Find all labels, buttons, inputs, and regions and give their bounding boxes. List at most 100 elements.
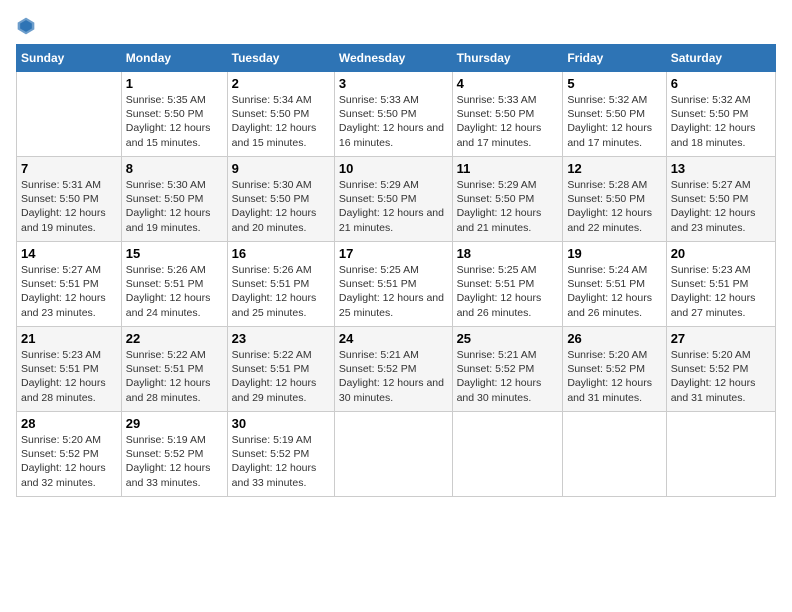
calendar-day-cell: 1 Sunrise: 5:35 AMSunset: 5:50 PMDaylight… bbox=[121, 72, 227, 157]
day-info: Sunrise: 5:31 AMSunset: 5:50 PMDaylight:… bbox=[21, 178, 117, 235]
day-number: 5 bbox=[567, 76, 661, 91]
calendar-day-cell: 15 Sunrise: 5:26 AMSunset: 5:51 PMDayligh… bbox=[121, 242, 227, 327]
day-info: Sunrise: 5:20 AMSunset: 5:52 PMDaylight:… bbox=[671, 348, 771, 405]
calendar-day-cell: 7 Sunrise: 5:31 AMSunset: 5:50 PMDaylight… bbox=[17, 157, 122, 242]
calendar-header: SundayMondayTuesdayWednesdayThursdayFrid… bbox=[17, 45, 776, 72]
weekday-header: Sunday bbox=[17, 45, 122, 72]
day-number: 12 bbox=[567, 161, 661, 176]
day-number: 30 bbox=[232, 416, 330, 431]
day-info: Sunrise: 5:33 AMSunset: 5:50 PMDaylight:… bbox=[457, 93, 559, 150]
page-header bbox=[16, 16, 776, 36]
day-info: Sunrise: 5:22 AMSunset: 5:51 PMDaylight:… bbox=[232, 348, 330, 405]
calendar-day-cell: 6 Sunrise: 5:32 AMSunset: 5:50 PMDaylight… bbox=[666, 72, 775, 157]
calendar-day-cell: 23 Sunrise: 5:22 AMSunset: 5:51 PMDayligh… bbox=[227, 327, 334, 412]
day-number: 14 bbox=[21, 246, 117, 261]
weekday-header: Thursday bbox=[452, 45, 563, 72]
calendar-day-cell: 20 Sunrise: 5:23 AMSunset: 5:51 PMDayligh… bbox=[666, 242, 775, 327]
calendar-day-cell: 13Sunrise: 5:27 AMSunset: 5:50 PMDayligh… bbox=[666, 157, 775, 242]
calendar-day-cell: 3 Sunrise: 5:33 AMSunset: 5:50 PMDaylight… bbox=[334, 72, 452, 157]
day-number: 16 bbox=[232, 246, 330, 261]
calendar-day-cell: 14 Sunrise: 5:27 AMSunset: 5:51 PMDayligh… bbox=[17, 242, 122, 327]
calendar-day-cell: 11 Sunrise: 5:29 AMSunset: 5:50 PMDayligh… bbox=[452, 157, 563, 242]
day-number: 15 bbox=[126, 246, 223, 261]
day-number: 21 bbox=[21, 331, 117, 346]
day-info: Sunrise: 5:33 AMSunset: 5:50 PMDaylight:… bbox=[339, 93, 448, 150]
calendar-day-cell: 12Sunrise: 5:28 AMSunset: 5:50 PMDayligh… bbox=[563, 157, 666, 242]
calendar-day-cell bbox=[563, 412, 666, 497]
day-info: Sunrise: 5:34 AMSunset: 5:50 PMDaylight:… bbox=[232, 93, 330, 150]
calendar-day-cell: 24 Sunrise: 5:21 AMSunset: 5:52 PMDayligh… bbox=[334, 327, 452, 412]
calendar-week-row: 21 Sunrise: 5:23 AMSunset: 5:51 PMDayligh… bbox=[17, 327, 776, 412]
day-number: 20 bbox=[671, 246, 771, 261]
day-number: 17 bbox=[339, 246, 448, 261]
day-info: Sunrise: 5:26 AMSunset: 5:51 PMDaylight:… bbox=[126, 263, 223, 320]
calendar-day-cell: 19 Sunrise: 5:24 AMSunset: 5:51 PMDayligh… bbox=[563, 242, 666, 327]
day-info: Sunrise: 5:24 AMSunset: 5:51 PMDaylight:… bbox=[567, 263, 661, 320]
weekday-header: Tuesday bbox=[227, 45, 334, 72]
calendar-day-cell: 9Sunrise: 5:30 AMSunset: 5:50 PMDaylight… bbox=[227, 157, 334, 242]
day-number: 3 bbox=[339, 76, 448, 91]
day-number: 9 bbox=[232, 161, 330, 176]
calendar-day-cell: 10 Sunrise: 5:29 AMSunset: 5:50 PMDayligh… bbox=[334, 157, 452, 242]
day-number: 23 bbox=[232, 331, 330, 346]
calendar-day-cell: 8Sunrise: 5:30 AMSunset: 5:50 PMDaylight… bbox=[121, 157, 227, 242]
calendar-table: SundayMondayTuesdayWednesdayThursdayFrid… bbox=[16, 44, 776, 497]
calendar-day-cell: 5Sunrise: 5:32 AMSunset: 5:50 PMDaylight… bbox=[563, 72, 666, 157]
weekday-header: Wednesday bbox=[334, 45, 452, 72]
day-number: 19 bbox=[567, 246, 661, 261]
day-info: Sunrise: 5:23 AMSunset: 5:51 PMDaylight:… bbox=[671, 263, 771, 320]
weekday-row: SundayMondayTuesdayWednesdayThursdayFrid… bbox=[17, 45, 776, 72]
day-number: 18 bbox=[457, 246, 559, 261]
day-number: 10 bbox=[339, 161, 448, 176]
day-info: Sunrise: 5:25 AMSunset: 5:51 PMDaylight:… bbox=[457, 263, 559, 320]
day-number: 22 bbox=[126, 331, 223, 346]
day-number: 4 bbox=[457, 76, 559, 91]
day-info: Sunrise: 5:20 AMSunset: 5:52 PMDaylight:… bbox=[21, 433, 117, 490]
day-number: 1 bbox=[126, 76, 223, 91]
day-number: 7 bbox=[21, 161, 117, 176]
day-info: Sunrise: 5:20 AMSunset: 5:52 PMDaylight:… bbox=[567, 348, 661, 405]
day-info: Sunrise: 5:35 AMSunset: 5:50 PMDaylight:… bbox=[126, 93, 223, 150]
calendar-day-cell: 21 Sunrise: 5:23 AMSunset: 5:51 PMDayligh… bbox=[17, 327, 122, 412]
logo-icon bbox=[16, 16, 36, 36]
day-info: Sunrise: 5:27 AMSunset: 5:51 PMDaylight:… bbox=[21, 263, 117, 320]
weekday-header: Friday bbox=[563, 45, 666, 72]
day-info: Sunrise: 5:21 AMSunset: 5:52 PMDaylight:… bbox=[457, 348, 559, 405]
day-info: Sunrise: 5:23 AMSunset: 5:51 PMDaylight:… bbox=[21, 348, 117, 405]
calendar-day-cell: 17 Sunrise: 5:25 AMSunset: 5:51 PMDayligh… bbox=[334, 242, 452, 327]
day-number: 24 bbox=[339, 331, 448, 346]
day-info: Sunrise: 5:27 AMSunset: 5:50 PMDaylight:… bbox=[671, 178, 771, 235]
calendar-day-cell: 25Sunrise: 5:21 AMSunset: 5:52 PMDayligh… bbox=[452, 327, 563, 412]
day-info: Sunrise: 5:21 AMSunset: 5:52 PMDaylight:… bbox=[339, 348, 448, 405]
day-info: Sunrise: 5:19 AMSunset: 5:52 PMDaylight:… bbox=[232, 433, 330, 490]
day-number: 11 bbox=[457, 161, 559, 176]
day-number: 27 bbox=[671, 331, 771, 346]
weekday-header: Saturday bbox=[666, 45, 775, 72]
day-number: 28 bbox=[21, 416, 117, 431]
calendar-day-cell: 18 Sunrise: 5:25 AMSunset: 5:51 PMDayligh… bbox=[452, 242, 563, 327]
day-info: Sunrise: 5:32 AMSunset: 5:50 PMDaylight:… bbox=[671, 93, 771, 150]
day-number: 29 bbox=[126, 416, 223, 431]
day-info: Sunrise: 5:19 AMSunset: 5:52 PMDaylight:… bbox=[126, 433, 223, 490]
day-number: 2 bbox=[232, 76, 330, 91]
calendar-week-row: 14 Sunrise: 5:27 AMSunset: 5:51 PMDayligh… bbox=[17, 242, 776, 327]
day-info: Sunrise: 5:29 AMSunset: 5:50 PMDaylight:… bbox=[457, 178, 559, 235]
calendar-day-cell bbox=[334, 412, 452, 497]
calendar-day-cell: 29 Sunrise: 5:19 AMSunset: 5:52 PMDayligh… bbox=[121, 412, 227, 497]
day-info: Sunrise: 5:29 AMSunset: 5:50 PMDaylight:… bbox=[339, 178, 448, 235]
calendar-day-cell: 2 Sunrise: 5:34 AMSunset: 5:50 PMDaylight… bbox=[227, 72, 334, 157]
calendar-day-cell bbox=[17, 72, 122, 157]
calendar-day-cell: 4 Sunrise: 5:33 AMSunset: 5:50 PMDaylight… bbox=[452, 72, 563, 157]
day-number: 6 bbox=[671, 76, 771, 91]
day-number: 8 bbox=[126, 161, 223, 176]
weekday-header: Monday bbox=[121, 45, 227, 72]
calendar-week-row: 1 Sunrise: 5:35 AMSunset: 5:50 PMDaylight… bbox=[17, 72, 776, 157]
calendar-week-row: 28 Sunrise: 5:20 AMSunset: 5:52 PMDayligh… bbox=[17, 412, 776, 497]
calendar-day-cell: 28 Sunrise: 5:20 AMSunset: 5:52 PMDayligh… bbox=[17, 412, 122, 497]
calendar-day-cell bbox=[666, 412, 775, 497]
calendar-day-cell: 30 Sunrise: 5:19 AMSunset: 5:52 PMDayligh… bbox=[227, 412, 334, 497]
day-info: Sunrise: 5:25 AMSunset: 5:51 PMDaylight:… bbox=[339, 263, 448, 320]
calendar-day-cell: 16Sunrise: 5:26 AMSunset: 5:51 PMDayligh… bbox=[227, 242, 334, 327]
calendar-day-cell bbox=[452, 412, 563, 497]
day-number: 26 bbox=[567, 331, 661, 346]
